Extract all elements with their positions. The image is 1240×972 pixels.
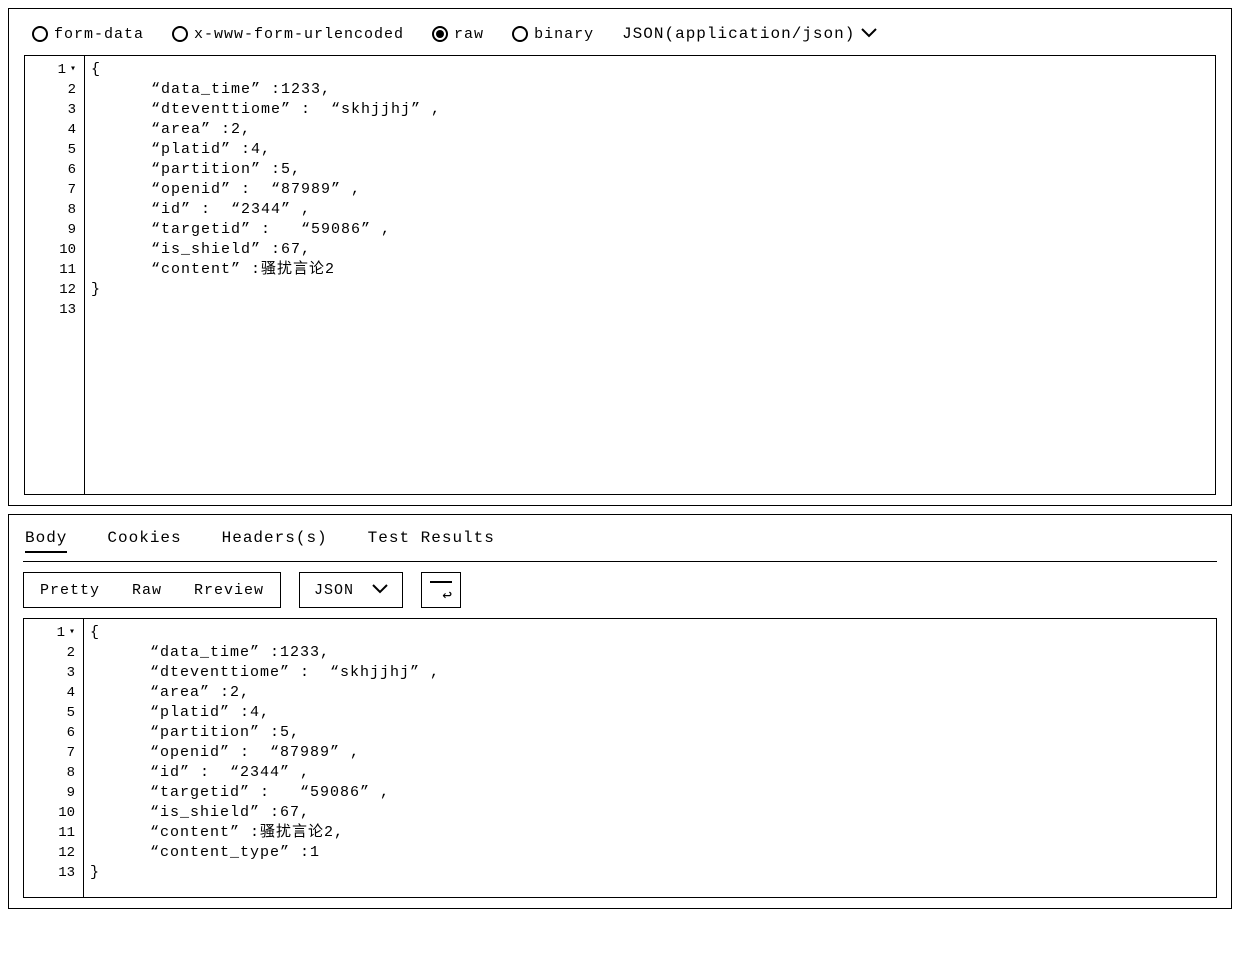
view-mode-group: Pretty Raw Rreview: [23, 572, 281, 608]
line-number: 4: [29, 120, 80, 140]
body-type-row: form-data x-www-form-urlencoded raw bina…: [24, 19, 1216, 53]
radio-binary[interactable]: binary: [512, 26, 594, 43]
line-number: 7: [28, 743, 79, 763]
radio-label: x-www-form-urlencoded: [194, 26, 404, 43]
response-body-viewer[interactable]: 1▾2345678910111213 { “data_time” :1233, …: [23, 618, 1217, 898]
radio-icon: [172, 26, 188, 42]
line-number: 13: [28, 863, 79, 883]
fold-icon[interactable]: ▾: [70, 60, 76, 80]
format-label: JSON: [314, 582, 354, 599]
code-content[interactable]: { “data_time” :1233, “dteventtiome” : “s…: [85, 56, 447, 494]
response-tabs: Body Cookies Headers(s) Test Results: [23, 525, 1217, 561]
chevron-down-icon: [372, 582, 388, 599]
request-panel: form-data x-www-form-urlencoded raw bina…: [8, 8, 1232, 506]
response-toolbar: Pretty Raw Rreview JSON: [23, 572, 1217, 608]
line-number: 1▾: [28, 623, 79, 643]
line-number: 2: [29, 80, 80, 100]
radio-label: form-data: [54, 26, 144, 43]
wrap-lines-button[interactable]: [421, 572, 461, 608]
tab-headers[interactable]: Headers(s): [222, 529, 328, 553]
line-number: 4: [28, 683, 79, 703]
line-number: 6: [28, 723, 79, 743]
tab-test-results[interactable]: Test Results: [368, 529, 495, 553]
line-number: 10: [28, 803, 79, 823]
line-number: 13: [29, 300, 80, 320]
radio-label: binary: [534, 26, 594, 43]
line-number: 7: [29, 180, 80, 200]
tab-cookies[interactable]: Cookies: [107, 529, 181, 553]
line-number-gutter: 1▾2345678910111213: [24, 619, 84, 897]
radio-icon: [512, 26, 528, 42]
line-number: 12: [29, 280, 80, 300]
code-content: { “data_time” :1233, “dteventtiome” : “s…: [84, 619, 446, 897]
content-type-label: JSON(application/json): [622, 25, 855, 43]
response-format-select[interactable]: JSON: [299, 572, 403, 608]
line-number: 10: [29, 240, 80, 260]
line-number: 5: [29, 140, 80, 160]
wrap-icon: [430, 581, 452, 599]
view-preview-button[interactable]: Rreview: [178, 576, 280, 605]
divider: [23, 561, 1217, 562]
view-raw-button[interactable]: Raw: [116, 576, 178, 605]
line-number: 6: [29, 160, 80, 180]
line-number-gutter: 1▾2345678910111213: [25, 56, 85, 494]
line-number: 1▾: [29, 60, 80, 80]
radio-form-data[interactable]: form-data: [32, 26, 144, 43]
line-number: 11: [29, 260, 80, 280]
line-number: 11: [28, 823, 79, 843]
line-number: 8: [28, 763, 79, 783]
line-number: 8: [29, 200, 80, 220]
line-number: 3: [28, 663, 79, 683]
tab-body[interactable]: Body: [25, 529, 67, 553]
line-number: 12: [28, 843, 79, 863]
fold-icon[interactable]: ▾: [69, 623, 75, 643]
radio-label: raw: [454, 26, 484, 43]
chevron-down-icon: [861, 25, 877, 43]
line-number: 3: [29, 100, 80, 120]
line-number: 9: [28, 783, 79, 803]
content-type-select[interactable]: JSON(application/json): [622, 25, 877, 43]
view-pretty-button[interactable]: Pretty: [24, 576, 116, 605]
radio-urlencoded[interactable]: x-www-form-urlencoded: [172, 26, 404, 43]
response-panel: Body Cookies Headers(s) Test Results Pre…: [8, 514, 1232, 909]
radio-icon: [32, 26, 48, 42]
radio-icon: [432, 26, 448, 42]
line-number: 2: [28, 643, 79, 663]
line-number: 5: [28, 703, 79, 723]
line-number: 9: [29, 220, 80, 240]
radio-raw[interactable]: raw: [432, 26, 484, 43]
request-body-editor[interactable]: 1▾2345678910111213 { “data_time” :1233, …: [24, 55, 1216, 495]
